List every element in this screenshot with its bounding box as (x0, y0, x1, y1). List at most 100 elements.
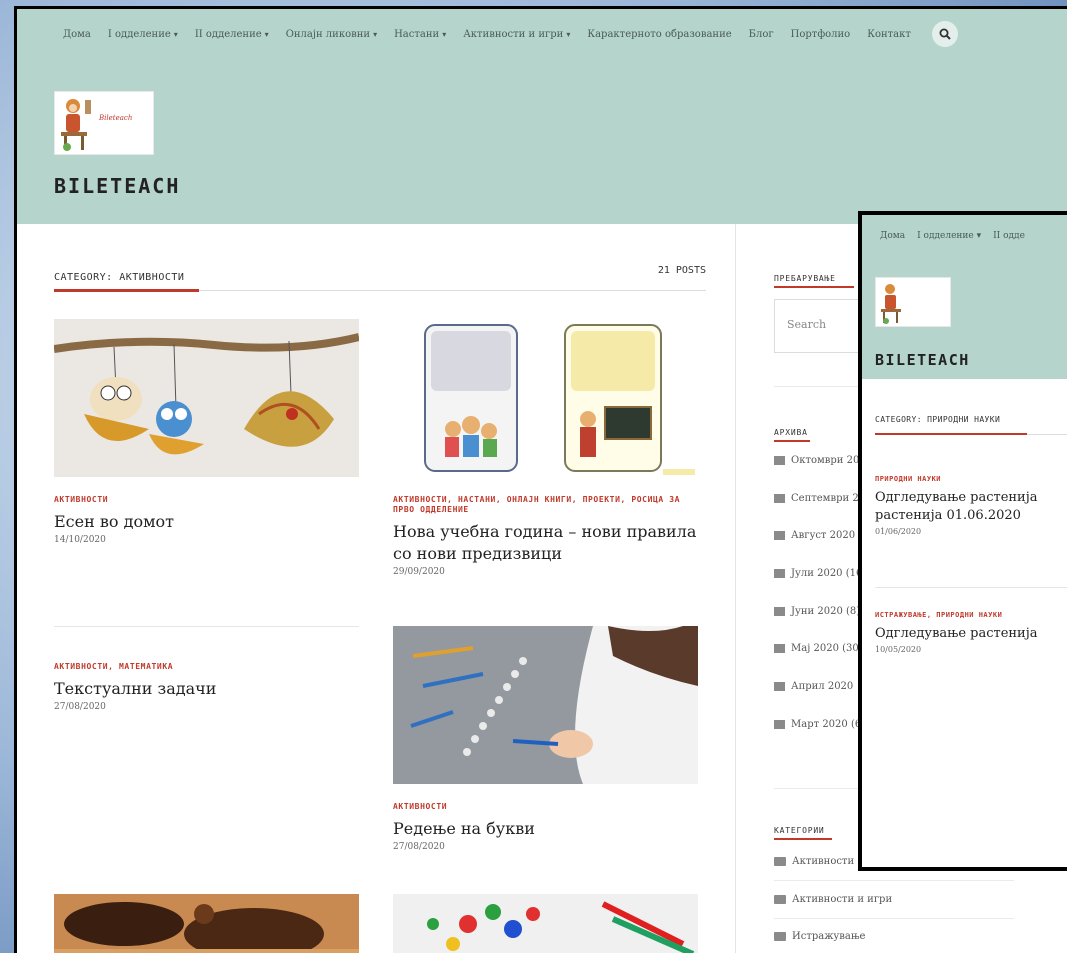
archive-item[interactable]: Октомври 20 (774, 455, 859, 466)
archive-item-label: Септември 2 (791, 493, 859, 504)
nav-item-home[interactable]: Дома (63, 29, 91, 40)
nav-item-character-education[interactable]: Карактерното образование (587, 29, 731, 40)
nav-label: I одделение (107, 28, 171, 40)
post-categories[interactable]: АКТИВНОСТИ (54, 495, 359, 505)
post-thumbnail[interactable] (393, 626, 698, 784)
archive-item[interactable]: Март 2020 (6 (774, 719, 861, 730)
search-icon (939, 28, 951, 40)
archive-item-label: Октомври 20 (791, 455, 860, 466)
overlay-post-categories[interactable]: ПРИРОДНИ НАУКИ (875, 475, 1067, 483)
nav-label: Карактерното образование (587, 28, 732, 40)
post-card: АКТИВНОСТИ, НАСТАНИ, ОНЛАЈН КНИГИ, ПРОЕК… (393, 319, 698, 577)
category-title: CATEGORY: АКТИВНОСТИ (54, 272, 185, 283)
category-item[interactable]: Активности и игри (774, 894, 892, 905)
overlay-post: ИСТРАЖУВАЊЕ, ПРИРОДНИ НАУКИ Одгледување … (875, 611, 1067, 654)
calendar-icon (774, 607, 785, 616)
overlay-post-title-line2[interactable]: растенија 01.06.2020 (875, 507, 1067, 525)
nav-label: Блог (748, 28, 774, 40)
nav-label: Активности и игри (463, 28, 564, 40)
folder-icon (774, 895, 786, 904)
autumn-leaves-image (54, 319, 359, 477)
sidebar-separator (774, 918, 1014, 919)
archive-item[interactable]: Мај 2020 (30 (774, 643, 859, 654)
site-logo[interactable]: Biletеach (54, 91, 154, 155)
plasticine-balls-image (393, 894, 698, 953)
nav-item-second-grade[interactable]: II одделение ▾ (195, 29, 269, 40)
sidebar-divider (735, 224, 736, 953)
category-header: CATEGORY: АКТИВНОСТИ 21 POSTS (54, 265, 706, 292)
chevron-down-icon: ▾ (173, 29, 178, 39)
calendar-icon (774, 644, 785, 653)
post-date: 27/08/2020 (393, 842, 445, 852)
category-item-label: Активности (792, 856, 855, 867)
nav-item-blog[interactable]: Блог (749, 29, 774, 40)
overlay-screenshot-panel: Дома I одделение ▾ II одде BILETEACH CAT… (858, 211, 1067, 871)
folder-icon (774, 857, 786, 866)
overlay-category-underline (875, 433, 1027, 435)
post-date: 14/10/2020 (54, 535, 106, 545)
overlay-nav-item[interactable]: II одде (993, 231, 1025, 241)
nav-item-activities-games[interactable]: Активности и игри ▾ (463, 29, 570, 40)
archive-item[interactable]: Август 2020 ( (774, 530, 862, 541)
nav-item-events[interactable]: Настани ▾ (394, 29, 446, 40)
nav-item-portfolio[interactable]: Портфолио (791, 29, 851, 40)
archive-item-label: Април 2020 (791, 681, 854, 692)
post-date: 29/09/2020 (393, 567, 445, 577)
post-card: АКТИВНОСТИ, МАТЕМАТИКА Текстуални задачи… (54, 626, 359, 712)
archive-item-label: Август 2020 ( (791, 530, 863, 541)
nav-label: Контакт (867, 28, 911, 40)
nav-label: Настани (394, 28, 440, 40)
widget-underline (774, 838, 832, 840)
post-title[interactable]: Редење на букви (393, 818, 698, 840)
nav-item-contact[interactable]: Контакт (867, 29, 911, 40)
archive-widget-title: АРХИВА (774, 428, 808, 437)
top-navigation: Дома I одделение ▾ II одделение ▾ Онлајн л… (17, 9, 1067, 59)
calendar-icon (774, 569, 785, 578)
overlay-post-date: 10/05/2020 (875, 645, 922, 654)
overlay-navigation: Дома I одделение ▾ II одде (862, 215, 1067, 257)
overlay-site-logo[interactable] (875, 277, 951, 327)
archive-item[interactable]: Јули 2020 (16 (774, 568, 862, 579)
widget-underline (774, 440, 810, 442)
calendar-icon (774, 494, 785, 503)
widget-underline (774, 286, 854, 288)
post-thumbnail[interactable] (54, 894, 359, 953)
nav-label: II одделение (194, 28, 262, 40)
post-categories[interactable]: АКТИВНОСТИ, НАСТАНИ, ОНЛАЈН КНИГИ, ПРОЕК… (393, 495, 698, 515)
archive-item[interactable]: Јуни 2020 (8) (774, 606, 860, 617)
category-item[interactable]: Активности (774, 856, 854, 867)
post-title[interactable]: Нова учебна година – нови правила со нов… (393, 521, 698, 565)
category-item-label: Истражување (792, 931, 866, 942)
post-thumbnail[interactable] (393, 319, 698, 477)
post-categories[interactable]: АКТИВНОСТИ (393, 802, 698, 812)
chevron-down-icon: ▾ (566, 29, 571, 39)
overlay-nav-item[interactable]: I одделение ▾ (917, 231, 981, 241)
overlay-post-title[interactable]: Одгледување растенија (875, 625, 1067, 643)
overlay-post-date: 01/06/2020 (875, 527, 922, 536)
category-item[interactable]: Истражување (774, 931, 865, 942)
overlay-post-title[interactable]: Одгледување растенија (875, 489, 1067, 507)
content-column: CATEGORY: АКТИВНОСТИ 21 POSTS АКТИВНОСТИ… (54, 224, 706, 953)
overlay-website: Дома I одделение ▾ II одде BILETEACH CAT… (862, 215, 1067, 867)
post-thumbnail[interactable] (393, 894, 698, 953)
search-button[interactable] (931, 21, 958, 47)
archive-item[interactable]: Септември 2 (774, 493, 859, 504)
archive-item[interactable]: Април 2020 (774, 681, 853, 692)
post-count: 21 POSTS (657, 265, 706, 276)
nav-item-first-grade[interactable]: I одделение ▾ (108, 29, 178, 40)
overlay-post-categories[interactable]: ИСТРАЖУВАЊЕ, ПРИРОДНИ НАУКИ (875, 611, 1067, 619)
folder-icon (774, 932, 786, 941)
calendar-icon (774, 531, 785, 540)
overlay-site-title[interactable]: BILETEACH (875, 351, 970, 369)
post-title[interactable]: Есен во домот (54, 511, 359, 533)
overlay-nav-item[interactable]: Дома (880, 231, 905, 241)
post-thumbnail[interactable] (54, 319, 359, 477)
nav-item-online-art[interactable]: Онлајн ликовни ▾ (286, 29, 377, 40)
post-categories[interactable]: АКТИВНОСТИ, МАТЕМАТИКА (54, 662, 359, 672)
post-title[interactable]: Текстуални задачи (54, 678, 359, 700)
site-title[interactable]: BILETEACH (54, 174, 180, 198)
nav-label: Портфолио (790, 28, 851, 40)
chocolate-cookies-image (54, 894, 359, 953)
post-card: АКТИВНОСТИ Редење на букви 27/08/2020 (393, 626, 698, 852)
nav-label: Дома (63, 28, 91, 40)
